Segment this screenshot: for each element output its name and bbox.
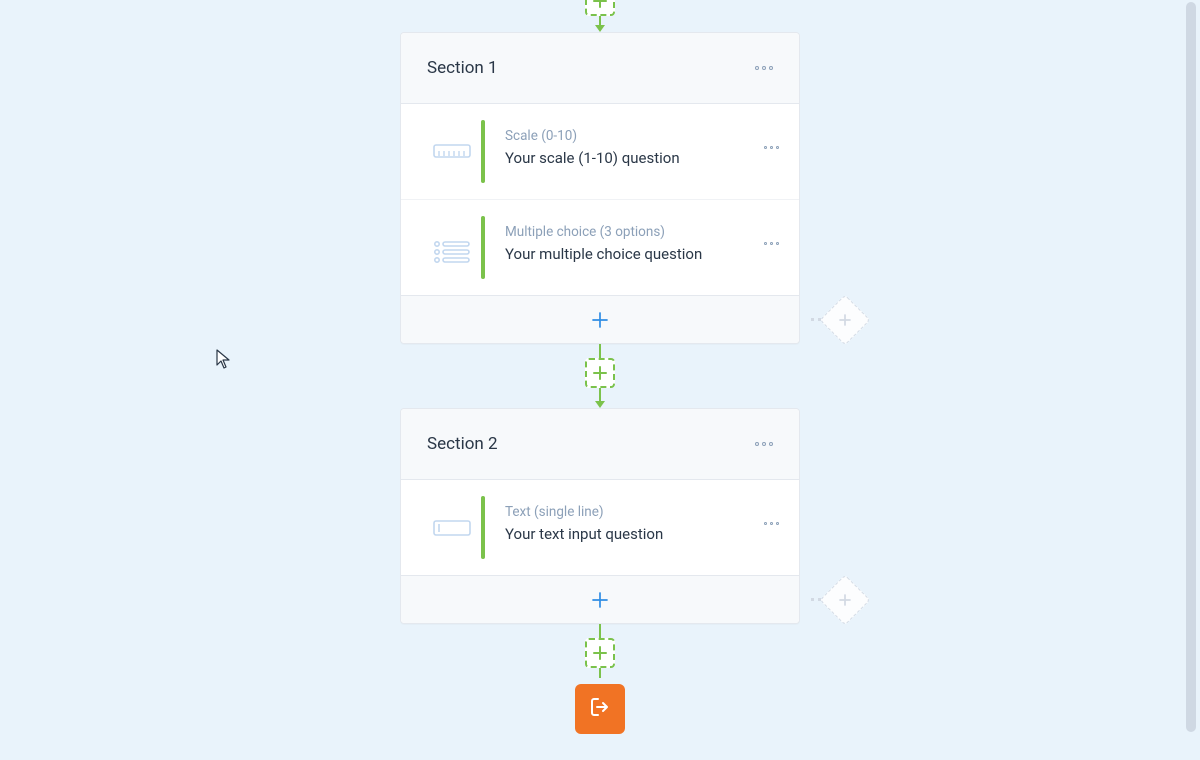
arrow-down-icon [595,25,605,32]
question-options-button[interactable] [764,242,779,245]
scroll-thumb[interactable] [1186,2,1196,732]
section-options-button[interactable] [755,66,773,70]
exit-icon [587,694,613,724]
question-row[interactable]: Multiple choice (3 options) Your multipl… [401,199,799,295]
plus-icon [590,310,610,330]
section-options-button[interactable] [755,442,773,446]
survey-builder-canvas: Section 1 Scale (0-10) Your scale (1-10)… [0,0,1200,760]
add-section-button[interactable] [585,638,615,668]
question-type-label: Multiple choice (3 options) [505,224,764,240]
section-header[interactable]: Section 2 [401,409,799,480]
question-options-button[interactable] [764,522,779,525]
scrollbar[interactable] [1184,0,1198,760]
question-type-label: Text (single line) [505,504,764,520]
add-question-button[interactable] [401,575,799,623]
text-input-icon [423,502,481,536]
section-title: Section 2 [427,434,755,454]
flow-connector [585,344,615,408]
question-row[interactable]: Text (single line) Your text input quest… [401,480,799,575]
scale-icon [423,126,481,158]
section-header[interactable]: Section 1 [401,33,799,104]
multiple-choice-icon [423,222,481,264]
end-node[interactable] [575,684,625,734]
section-title: Section 1 [427,58,755,78]
question-text: Your text input question [505,524,764,545]
add-section-button[interactable] [585,358,615,388]
add-section-button[interactable] [585,0,615,16]
arrow-down-icon [595,401,605,408]
question-options-button[interactable] [764,146,779,149]
question-text: Your scale (1-10) question [505,148,764,169]
section-card: Section 2 Text (single line) Your text i… [400,408,800,624]
add-branch-button[interactable] [811,582,863,618]
flow-connector-end [575,624,625,734]
flow-connector-top [585,0,615,32]
question-text: Your multiple choice question [505,244,764,265]
section-card: Section 1 Scale (0-10) Your scale (1-10)… [400,32,800,344]
question-type-label: Scale (0-10) [505,128,764,144]
question-row[interactable]: Scale (0-10) Your scale (1-10) question [401,104,799,199]
plus-icon [590,590,610,610]
add-question-button[interactable] [401,295,799,343]
add-branch-button[interactable] [811,302,863,338]
